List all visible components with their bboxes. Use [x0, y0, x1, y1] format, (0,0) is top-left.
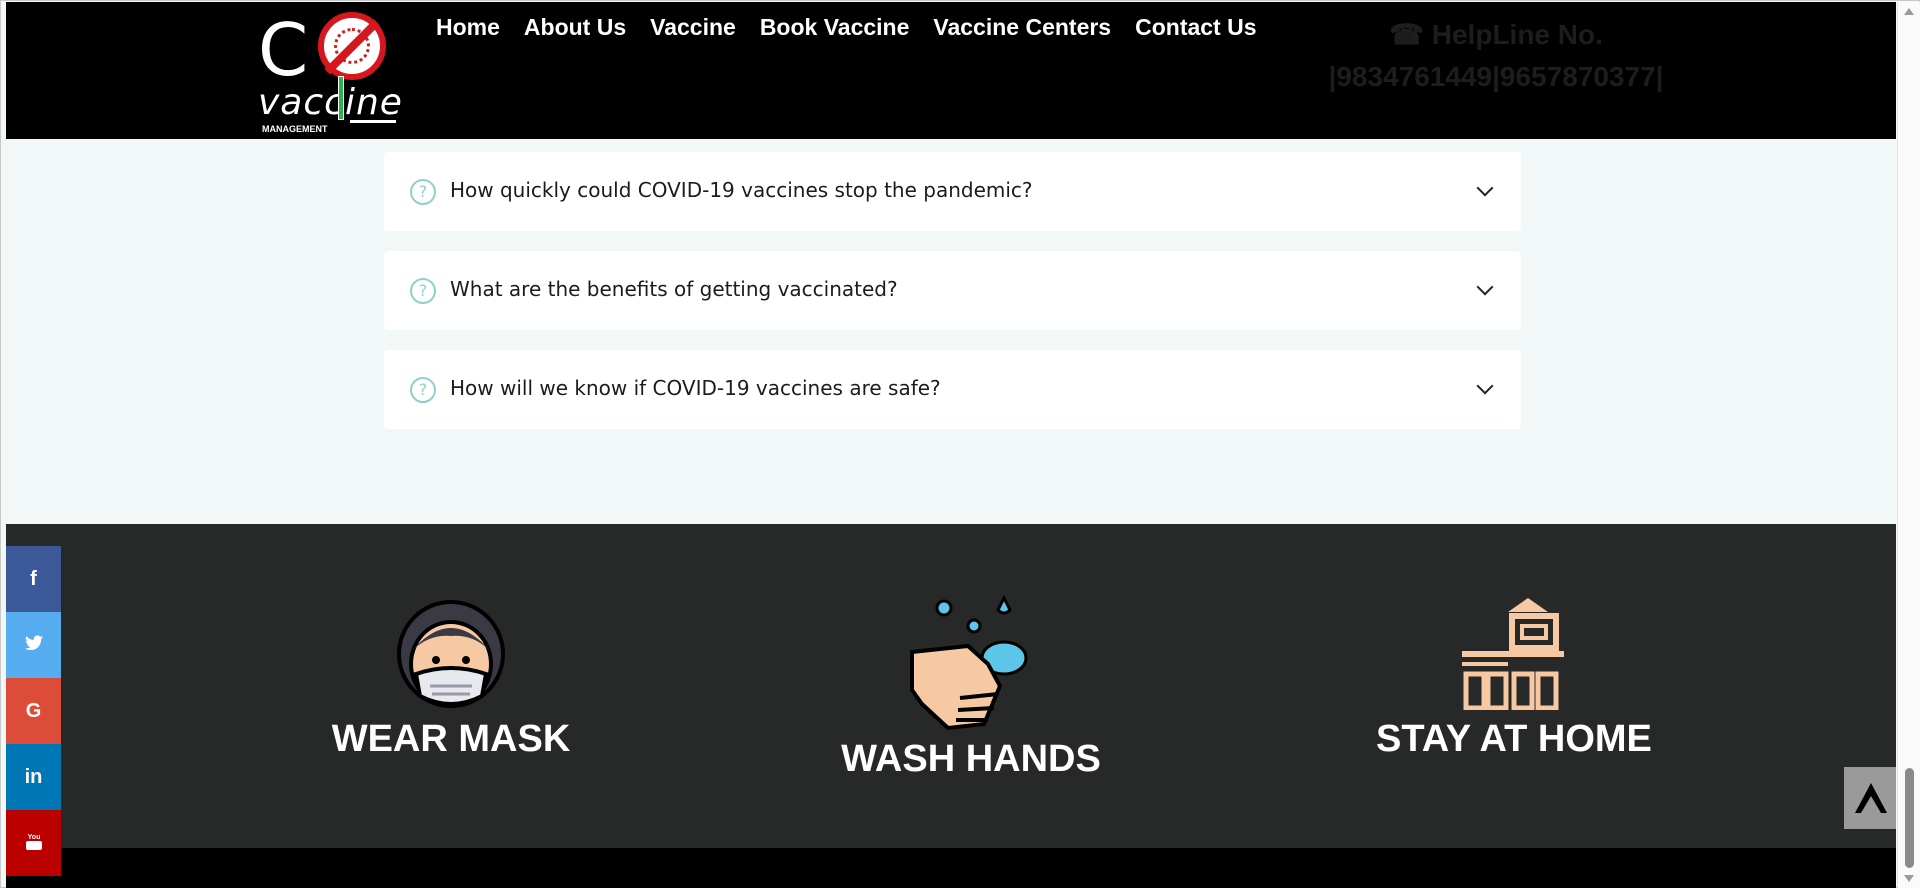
helpline-title: ☎ HelpLine No. [1389, 19, 1603, 50]
helpline: ☎ HelpLine No. |9834761449|9657870377| [1316, 14, 1676, 98]
nav-book-vaccine[interactable]: Book Vaccine [748, 12, 922, 43]
faq-question: What are the benefits of getting vaccina… [450, 277, 898, 301]
facebook-button[interactable]: f [6, 546, 61, 612]
tip-label: STAY AT HOME [1376, 718, 1652, 760]
twitter-icon [24, 634, 43, 657]
faq-item[interactable]: ? What are the benefits of getting vacci… [384, 251, 1521, 330]
site-header: C vaccine MANAGEMENT Home About Us Vacci… [6, 2, 1896, 139]
tip-wash-hands: WASH HANDS [836, 594, 1106, 781]
nav-vaccine[interactable]: Vaccine [638, 12, 748, 43]
social-sidebar: f G in You [6, 546, 61, 876]
faq-question: How will we know if COVID-19 vaccines ar… [450, 376, 941, 400]
page: C vaccine MANAGEMENT Home About Us Vacci… [6, 2, 1896, 888]
faq-question: How quickly could COVID-19 vaccines stop… [450, 178, 1033, 202]
chevron-down-icon[interactable] [1476, 377, 1494, 395]
arrow-up-icon [1854, 783, 1887, 813]
question-icon: ? [410, 179, 436, 205]
nav-about-us[interactable]: About Us [512, 12, 638, 43]
scrollbar-thumb[interactable] [1905, 768, 1914, 868]
logo-co-letter: C [258, 8, 309, 92]
facebook-icon: f [30, 567, 37, 590]
nav-home[interactable]: Home [436, 12, 512, 43]
logo-brand-text: vaccine [258, 82, 403, 123]
mask-icon [397, 600, 505, 708]
nav-contact-us[interactable]: Contact Us [1123, 12, 1268, 43]
faq-item[interactable]: ? How quickly could COVID-19 vaccines st… [384, 152, 1521, 231]
site-logo[interactable]: C vaccine MANAGEMENT [258, 8, 402, 134]
logo-subtext: MANAGEMENT [262, 124, 328, 134]
chevron-down-icon[interactable] [1476, 179, 1494, 197]
nav-vaccine-centers[interactable]: Vaccine Centers [921, 12, 1123, 43]
tip-wear-mask: WEAR MASK [331, 594, 571, 761]
footer-bar [6, 848, 1896, 888]
house-icon [1461, 598, 1564, 710]
syringe-icon [338, 76, 344, 120]
main-nav: Home About Us Vaccine Book Vaccine Vacci… [436, 12, 1269, 43]
vertical-scrollbar[interactable] [1897, 2, 1920, 888]
google-icon: G [25, 699, 42, 722]
scroll-up-arrow-icon[interactable] [1904, 8, 1914, 15]
chevron-down-icon[interactable] [1476, 278, 1494, 296]
tip-label: WEAR MASK [331, 718, 571, 760]
svg-text:You: You [27, 834, 40, 841]
youtube-icon: You [24, 832, 44, 855]
google-button[interactable]: G [6, 678, 61, 744]
back-to-top-button[interactable] [1844, 767, 1896, 829]
scroll-down-arrow-icon[interactable] [1904, 875, 1914, 882]
faq-list: ? How quickly could COVID-19 vaccines st… [384, 152, 1521, 449]
linkedin-button[interactable]: in [6, 744, 61, 810]
browser-frame: C vaccine MANAGEMENT Home About Us Vacci… [0, 0, 1920, 888]
tip-stay-at-home: STAY AT HOME [1376, 594, 1652, 761]
question-icon: ? [410, 278, 436, 304]
helpline-numbers: |9834761449|9657870377| [1328, 61, 1664, 92]
tip-label: WASH HANDS [841, 738, 1101, 780]
virus-ban-icon [318, 12, 386, 80]
wash-hands-icon [910, 594, 1028, 730]
faq-item[interactable]: ? How will we know if COVID-19 vaccines … [384, 350, 1521, 429]
question-icon: ? [410, 377, 436, 403]
linkedin-icon: in [24, 765, 43, 788]
youtube-button[interactable]: You [6, 810, 61, 876]
twitter-button[interactable] [6, 612, 61, 678]
